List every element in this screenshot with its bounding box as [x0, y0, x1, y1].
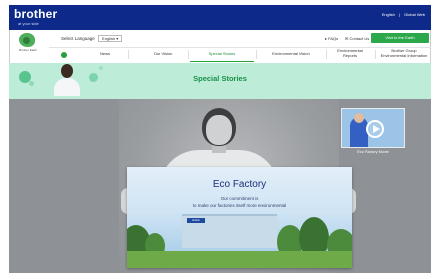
nav-news[interactable]: News	[92, 51, 118, 57]
nav-separator	[128, 50, 129, 59]
visit-earth-button[interactable]: Visit to the Earth	[371, 33, 429, 43]
logo-tagline: at your side	[18, 21, 39, 26]
eco-factory-card[interactable]: Eco Factory Our commitment is to make ou…	[127, 167, 352, 268]
banner-portrait	[52, 63, 82, 96]
video-caption[interactable]: Eco Factory Movie	[341, 150, 405, 154]
decorative-dot	[89, 73, 98, 82]
language-value: English	[102, 36, 116, 41]
nav-separator	[375, 50, 376, 59]
emblem-caption: Brother Earth	[19, 48, 37, 52]
grass-field	[127, 251, 352, 268]
nav-group-environmental-info[interactable]: Brother Group Environmental Information	[378, 48, 430, 58]
top-link-global[interactable]: Global Web	[404, 12, 425, 17]
decorative-dot	[99, 66, 103, 70]
nav-our-vision[interactable]: Our Vision	[148, 51, 178, 57]
play-icon[interactable]	[366, 120, 384, 138]
brother-logo[interactable]: brother	[14, 7, 57, 21]
nav-separator	[326, 50, 327, 59]
nav-special-stories[interactable]: Special Stories	[195, 51, 249, 57]
nav-active-indicator	[190, 61, 254, 62]
hero-person-face	[206, 115, 232, 145]
brother-earth-emblem[interactable]: Brother Earth	[17, 33, 39, 59]
portrait-head	[61, 64, 73, 78]
faq-label: FAQs	[328, 36, 339, 41]
nav-separator	[256, 50, 257, 59]
contact-label: Contact Us	[349, 36, 370, 41]
thumbnail-person-head	[354, 113, 364, 123]
card-line-1: Our commitment is	[220, 196, 259, 201]
home-icon[interactable]	[61, 52, 67, 58]
language-label: Select Language	[61, 36, 95, 41]
video-thumbnail[interactable]	[341, 108, 405, 148]
top-links: English | Global Web	[379, 12, 425, 17]
card-title: Eco Factory	[212, 179, 267, 190]
language-selector[interactable]: Select Language English ▾	[61, 35, 123, 42]
language-dropdown[interactable]: English ▾	[98, 35, 123, 42]
decorative-dot	[29, 81, 34, 86]
top-link-english[interactable]: English	[382, 12, 395, 17]
faq-link[interactable]: ▸ FAQs	[325, 36, 338, 41]
page-title: Special Stories	[193, 74, 247, 83]
factory-sign: brother	[187, 218, 205, 223]
brand-bar: brother at your side English | Global We…	[9, 5, 431, 30]
nav-environmental-reports[interactable]: Environmental Reports	[330, 48, 370, 58]
nav-separator	[188, 50, 189, 59]
nav-environmental-vision[interactable]: Environmental Vision	[263, 51, 319, 57]
card-line-2: to make our factories itself more enviro…	[192, 203, 287, 208]
portrait-body	[54, 78, 80, 96]
leaf-icon	[23, 37, 30, 44]
top-link-separator: |	[399, 12, 401, 17]
contact-link[interactable]: ✉ Contact Us	[345, 36, 369, 41]
